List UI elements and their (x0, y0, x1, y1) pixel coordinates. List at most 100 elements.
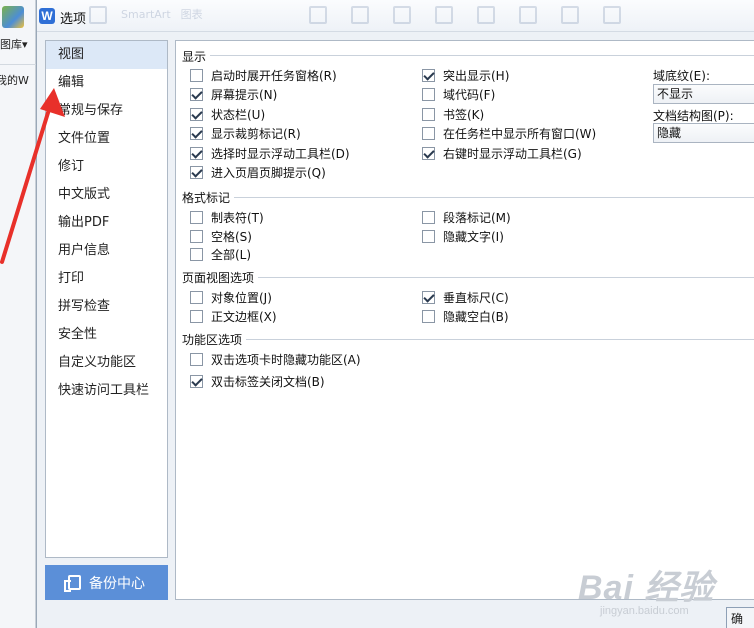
section-divider (210, 55, 754, 56)
option-highlight[interactable]: 突出显示(H) (422, 67, 509, 83)
option-hide-whitespace[interactable]: 隐藏空白(B) (422, 308, 509, 324)
options-dialog: W 选项 SmartArt 图表 视图 编辑 常规与保存 文件位置 修订 中文版式… (36, 0, 754, 628)
backup-center-label: 备份中心 (89, 575, 145, 592)
doc-map-select[interactable]: 隐藏 (653, 123, 754, 143)
checkbox[interactable] (190, 210, 203, 224)
checkbox[interactable] (422, 126, 435, 140)
option-crop-marks[interactable]: 显示裁剪标记(R) (190, 125, 301, 141)
section-divider (258, 277, 754, 278)
checkbox[interactable] (190, 146, 203, 160)
option-hidden-text[interactable]: 隐藏文字(I) (422, 228, 504, 244)
checkbox[interactable] (422, 210, 435, 224)
checkbox[interactable] (190, 229, 203, 243)
option-bookmarks[interactable]: 书签(K) (422, 106, 484, 122)
wps-logo-icon: W (39, 8, 55, 24)
option-object-anchors[interactable]: 对象位置(J) (190, 289, 272, 305)
sidebar-item-print[interactable]: 打印 (46, 265, 167, 293)
checkbox[interactable] (190, 165, 203, 179)
ghost-icon (309, 6, 327, 24)
option-label: 垂直标尺(C) (443, 290, 509, 305)
option-expand-task-pane[interactable]: 启动时展开任务窗格(R) (190, 67, 337, 83)
checkbox[interactable] (422, 229, 435, 243)
checkbox[interactable] (190, 374, 203, 388)
sidebar-item-view[interactable]: 视图 (46, 41, 167, 69)
title-bar[interactable]: W 选项 SmartArt 图表 (37, 0, 754, 32)
ghost-icon (435, 6, 453, 24)
ok-button[interactable]: 确 (726, 607, 754, 628)
backup-icon (64, 575, 81, 592)
sidebar-item-file-locations[interactable]: 文件位置 (46, 125, 167, 153)
checkbox[interactable] (190, 247, 203, 261)
checkbox[interactable] (190, 126, 203, 140)
ghost-icon (561, 6, 579, 24)
option-field-codes[interactable]: 域代码(F) (422, 86, 495, 102)
option-all-marks[interactable]: 全部(L) (190, 246, 251, 262)
option-label: 启动时展开任务窗格(R) (211, 68, 337, 83)
my-docs-label[interactable]: 我的W (0, 72, 29, 88)
checkbox[interactable] (422, 309, 435, 323)
option-header-footer-tip[interactable]: 进入页眉页脚提示(Q) (190, 164, 326, 180)
option-floating-toolbar-rightclick[interactable]: 右键时显示浮动工具栏(G) (422, 145, 582, 161)
option-label: 书签(K) (443, 107, 485, 122)
checkbox[interactable] (190, 290, 203, 304)
option-label: 域代码(F) (443, 87, 496, 102)
checkbox[interactable] (190, 87, 203, 101)
option-floating-toolbar-select[interactable]: 选择时显示浮动工具栏(D) (190, 145, 350, 161)
option-label: 选择时显示浮动工具栏(D) (211, 146, 350, 161)
sidebar-item-spelling[interactable]: 拼写检查 (46, 293, 167, 321)
checkbox[interactable] (422, 107, 435, 121)
option-label: 对象位置(J) (211, 290, 272, 305)
option-label: 空格(S) (211, 229, 252, 244)
option-label: 隐藏文字(I) (443, 229, 504, 244)
option-label: 状态栏(U) (211, 107, 266, 122)
ghost-icon (603, 6, 621, 24)
sidebar-item-user-info[interactable]: 用户信息 (46, 237, 167, 265)
option-spaces[interactable]: 空格(S) (190, 228, 252, 244)
checkbox[interactable] (422, 290, 435, 304)
ghost-icon (519, 6, 537, 24)
background-toolbar-ghost: SmartArt 图表 (89, 6, 213, 26)
checkbox[interactable] (190, 68, 203, 82)
option-label: 双击标签关闭文档(B) (211, 374, 325, 389)
checkbox[interactable] (190, 107, 203, 121)
checkbox[interactable] (422, 146, 435, 160)
option-label: 突出显示(H) (443, 68, 510, 83)
option-tab-chars[interactable]: 制表符(T) (190, 209, 264, 225)
option-label: 正文边框(X) (211, 309, 277, 324)
checkbox[interactable] (190, 309, 203, 323)
sidebar-item-quick-access-toolbar[interactable]: 快速访问工具栏 (46, 377, 167, 405)
sidebar-item-chinese-layout[interactable]: 中文版式 (46, 181, 167, 209)
checkbox[interactable] (190, 352, 203, 366)
sidebar-item-export-pdf[interactable]: 输出PDF (46, 209, 167, 237)
option-dblclick-close-doc[interactable]: 双击标签关闭文档(B) (190, 373, 325, 389)
checkbox[interactable] (422, 68, 435, 82)
option-taskbar-windows[interactable]: 在任务栏中显示所有窗口(W) (422, 125, 596, 141)
option-paragraph-marks[interactable]: 段落标记(M) (422, 209, 511, 225)
sidebar-item-edit[interactable]: 编辑 (46, 69, 167, 97)
option-status-bar[interactable]: 状态栏(U) (190, 106, 265, 122)
chevron-down-icon: ▾ (22, 38, 28, 51)
sidebar-item-security[interactable]: 安全性 (46, 321, 167, 349)
option-label: 显示裁剪标记(R) (211, 126, 301, 141)
backup-center-button[interactable]: 备份中心 (45, 565, 168, 600)
option-label: 双击选项卡时隐藏功能区(A) (211, 352, 361, 367)
section-title-format-marks: 格式标记 (182, 191, 231, 205)
dialog-title: 选项 (60, 12, 87, 27)
option-label: 进入页眉页脚提示(Q) (211, 165, 326, 180)
sidebar-item-general-save[interactable]: 常规与保存 (46, 97, 167, 125)
library-label: 图库 (0, 38, 22, 51)
options-sidebar: 视图 编辑 常规与保存 文件位置 修订 中文版式 输出PDF 用户信息 打印 拼… (45, 40, 168, 558)
option-screen-tips[interactable]: 屏幕提示(N) (190, 86, 277, 102)
ghost-label: SmartArt (121, 8, 171, 21)
checkbox[interactable] (422, 87, 435, 101)
sidebar-item-revisions[interactable]: 修订 (46, 153, 167, 181)
sidebar-item-customize-ribbon[interactable]: 自定义功能区 (46, 349, 167, 377)
option-text-boundaries[interactable]: 正文边框(X) (190, 308, 277, 324)
doc-map-label: 文档结构图(P): (653, 109, 734, 123)
option-vertical-ruler[interactable]: 垂直标尺(C) (422, 289, 509, 305)
library-menu[interactable]: 图库▾ (0, 36, 28, 52)
ghost-icon (351, 6, 369, 24)
gallery-icon[interactable] (2, 6, 24, 28)
option-dblclick-hide-ribbon[interactable]: 双击选项卡时隐藏功能区(A) (190, 351, 361, 367)
field-shading-select[interactable]: 不显示 (653, 84, 754, 104)
